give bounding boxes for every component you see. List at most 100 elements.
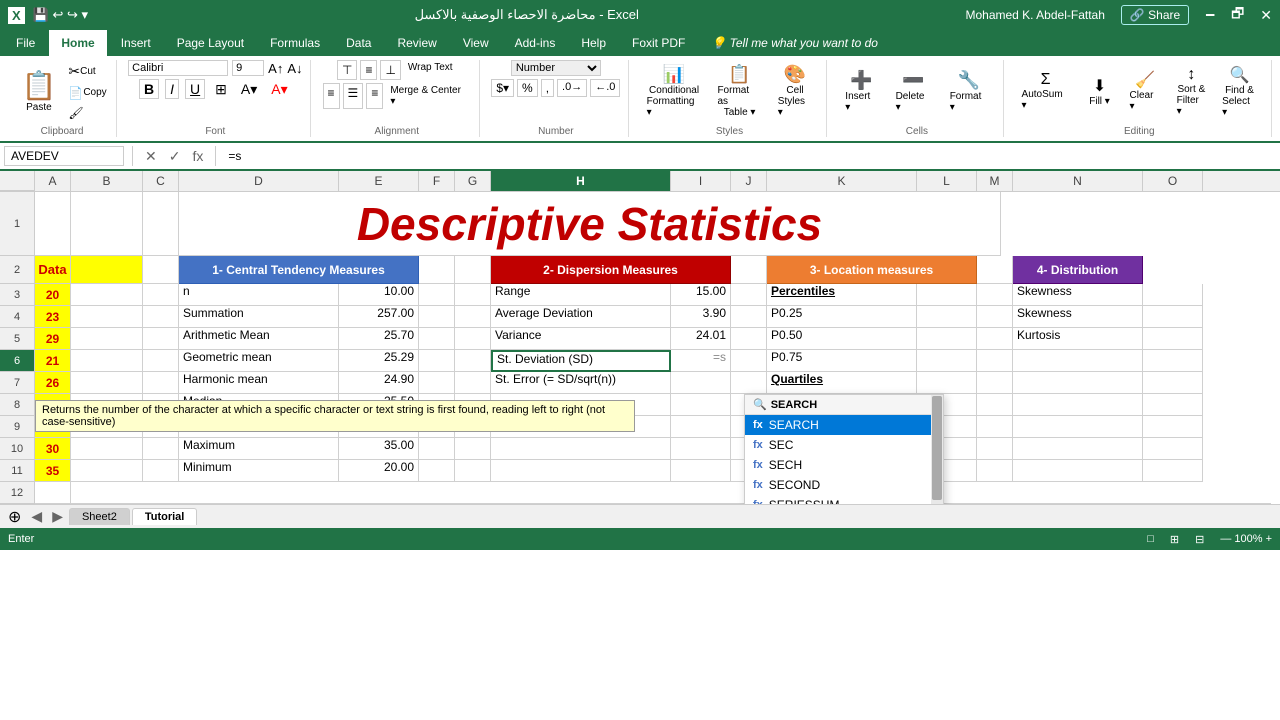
cell-o3[interactable] [1143, 284, 1203, 306]
cell-d7[interactable]: Harmonic mean [179, 372, 339, 394]
cell-l6[interactable] [917, 350, 977, 372]
delete-cells-btn[interactable]: ➖ Delete ▾ [890, 66, 938, 117]
cell-e3[interactable]: 10.00 [339, 284, 419, 306]
page-break-btn[interactable]: ⊟ [1195, 533, 1204, 546]
cell-b1[interactable] [71, 192, 143, 256]
cell-c10[interactable] [143, 438, 179, 460]
cell-e4[interactable]: 257.00 [339, 306, 419, 328]
col-header-b[interactable]: B [71, 171, 143, 191]
decrease-decimal-btn[interactable]: ←.0 [590, 79, 620, 97]
cell-l4[interactable] [917, 306, 977, 328]
cell-g11[interactable] [455, 460, 491, 482]
cell-c11[interactable] [143, 460, 179, 482]
cell-e6[interactable]: 25.29 [339, 350, 419, 372]
align-center-btn[interactable]: ☰ [343, 83, 364, 109]
cell-g7[interactable] [455, 372, 491, 394]
col-header-i[interactable]: I [671, 171, 731, 191]
conditional-formatting-btn[interactable]: 📊 Conditional Formatting ▾ [641, 60, 708, 122]
format-painter-button[interactable]: 🖌 [66, 104, 108, 122]
col-header-e[interactable]: E [339, 171, 419, 191]
col-header-n[interactable]: N [1013, 171, 1143, 191]
fill-color-btn[interactable]: A▾ [237, 80, 261, 99]
cell-d10[interactable]: Maximum [179, 438, 339, 460]
font-size-input[interactable] [232, 60, 264, 76]
cell-n8[interactable] [1013, 394, 1143, 416]
col-header-f[interactable]: F [419, 171, 455, 191]
number-format-select[interactable]: Number General Currency Percentage [511, 60, 601, 76]
cell-d11[interactable]: Minimum [179, 460, 339, 482]
align-middle-btn[interactable]: ≡ [360, 60, 377, 80]
insert-cells-btn[interactable]: ➕ Insert ▾ [839, 66, 883, 117]
cell-g2[interactable] [455, 256, 491, 284]
page-layout-btn[interactable]: ⊞ [1170, 533, 1179, 546]
cell-j5[interactable] [731, 328, 767, 350]
cell-i3[interactable]: 15.00 [671, 284, 731, 306]
cell-n4-skewness[interactable]: Skewness [1013, 306, 1143, 328]
tab-view[interactable]: View [451, 30, 501, 56]
cell-h7[interactable]: St. Error (= SD/sqrt(n)) [491, 372, 671, 394]
tab-tell-me[interactable]: 💡 Tell me what you want to do [699, 30, 890, 56]
cell-g6[interactable] [455, 350, 491, 372]
cell-b7[interactable] [71, 372, 143, 394]
col-header-m[interactable]: M [977, 171, 1013, 191]
cell-a3[interactable]: 20 [35, 284, 71, 306]
clear-btn[interactable]: 🧹 Clear ▾ [1124, 66, 1167, 116]
row-num-10[interactable]: 10 [0, 438, 34, 460]
cell-k7-quartiles[interactable]: Quartiles [767, 372, 917, 394]
cell-f7[interactable] [419, 372, 455, 394]
cell-h10[interactable] [491, 438, 671, 460]
cell-k5[interactable]: P0.50 [767, 328, 917, 350]
format-as-table-btn[interactable]: 📋 Format as Table ▾ [711, 60, 767, 122]
cell-n5-kurtosis[interactable]: Kurtosis [1013, 328, 1143, 350]
autocomplete-item-sec[interactable]: fx SEC [745, 435, 943, 455]
decrease-font-btn[interactable]: A↓ [287, 61, 302, 76]
fill-btn[interactable]: ⬇ Fill ▾ [1080, 72, 1120, 111]
row-num-11[interactable]: 11 [0, 460, 34, 482]
cell-f4[interactable] [419, 306, 455, 328]
cell-c2[interactable] [143, 256, 179, 284]
cell-c4[interactable] [143, 306, 179, 328]
cell-g5[interactable] [455, 328, 491, 350]
row-num-8[interactable]: 8 [0, 394, 34, 416]
row-num-7[interactable]: 7 [0, 372, 34, 394]
cell-c7[interactable] [143, 372, 179, 394]
cell-e5[interactable]: 25.70 [339, 328, 419, 350]
increase-decimal-btn[interactable]: .0→ [557, 79, 587, 97]
cell-n11[interactable] [1013, 460, 1143, 482]
scroll-sheets-left[interactable]: ◀ [27, 508, 46, 525]
quick-access-toolbar[interactable]: 💾 ↩ ↪ ▾ [33, 7, 88, 23]
cell-m10[interactable] [977, 438, 1013, 460]
cell-a1[interactable] [35, 192, 71, 256]
font-family-input[interactable] [128, 60, 228, 76]
cell-a5[interactable]: 29 [35, 328, 71, 350]
tab-page-layout[interactable]: Page Layout [165, 30, 256, 56]
cell-b2[interactable] [71, 256, 143, 284]
cell-o7[interactable] [1143, 372, 1203, 394]
scroll-sheets-right[interactable]: ▶ [48, 508, 67, 525]
cell-e11[interactable]: 20.00 [339, 460, 419, 482]
formula-input[interactable] [224, 147, 1276, 165]
align-left-btn[interactable]: ≡ [323, 83, 340, 109]
align-right-btn[interactable]: ≡ [366, 83, 383, 109]
font-color-btn[interactable]: A▾ [267, 80, 291, 99]
row-num-2[interactable]: 2 [0, 256, 34, 284]
cell-k4[interactable]: P0.25 [767, 306, 917, 328]
find-select-btn[interactable]: 🔍 Find & Select ▾ [1216, 61, 1263, 122]
cell-o5[interactable] [1143, 328, 1203, 350]
col-header-o[interactable]: O [1143, 171, 1203, 191]
cell-j4[interactable] [731, 306, 767, 328]
cell-h6-active[interactable]: St. Deviation (SD) [491, 350, 671, 372]
add-sheet-btn[interactable]: ⊕ [4, 507, 25, 527]
cell-m3[interactable] [977, 284, 1013, 306]
cell-m11[interactable] [977, 460, 1013, 482]
cell-f5[interactable] [419, 328, 455, 350]
zoom-control[interactable]: — 100% + [1220, 533, 1272, 545]
cell-f3[interactable] [419, 284, 455, 306]
cell-n6[interactable] [1013, 350, 1143, 372]
tab-file[interactable]: File [4, 30, 47, 56]
name-box[interactable] [4, 146, 124, 166]
align-bottom-btn[interactable]: ⊥ [380, 60, 400, 80]
autocomplete-item-second[interactable]: fx SECOND [745, 475, 943, 495]
share-btn[interactable]: 🔗 Share [1121, 5, 1189, 25]
cell-b10[interactable] [71, 438, 143, 460]
